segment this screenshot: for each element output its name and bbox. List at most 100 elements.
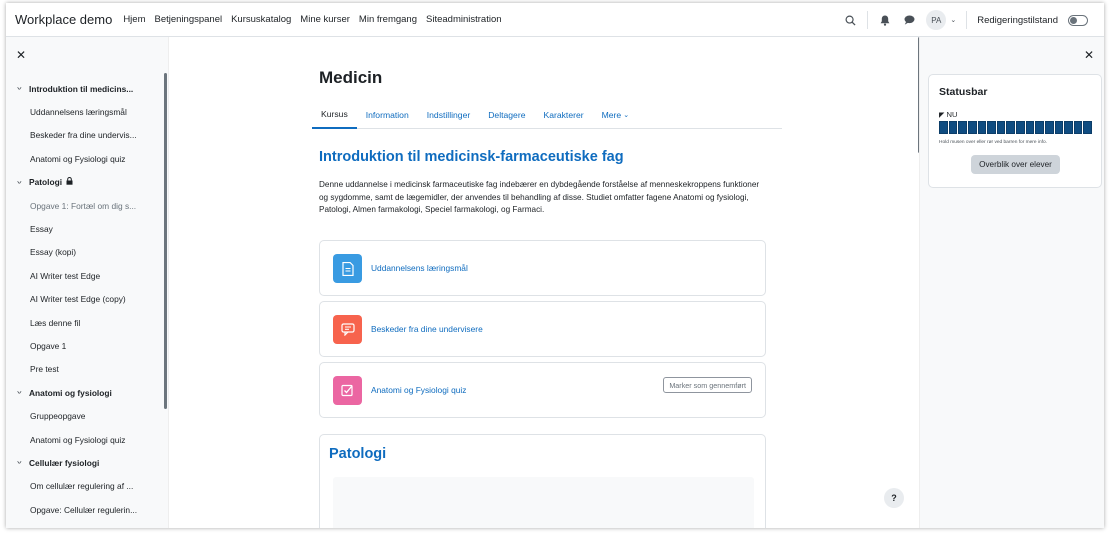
nav-link-site-admin[interactable]: Siteadministration [426,14,502,25]
chevron-down-icon[interactable]: ˅ [17,460,29,465]
course-index-item[interactable]: Essay (kopi) [6,241,161,264]
progress-cell[interactable] [939,121,948,134]
tab-course[interactable]: Kursus [312,101,357,129]
course-index-section-label: Anatomi og fysiologi [29,387,112,398]
tab-more[interactable]: Mere ⌄ [593,101,638,129]
main-content: Medicin Kursus Information Indstillinger… [169,37,921,528]
course-index-item[interactable]: Læs denne fil [6,311,161,334]
messages-icon[interactable] [902,13,916,27]
course-index-section-label: Introduktion til medicins... [29,83,134,94]
progress-cell[interactable] [1054,121,1064,134]
site-brand[interactable]: Workplace demo [15,12,112,27]
block-drawer: ✕ Statusbar ◤ NU Hold musen over eller r… [919,37,1104,528]
primary-navigation: Hjem Betjeningspanel Kursuskatalog Mine … [123,14,501,25]
help-button[interactable]: ? [884,488,904,508]
activity-link[interactable]: Beskeder fra dine undervisere [371,324,483,334]
close-icon[interactable]: ✕ [1084,48,1094,62]
course-index-item[interactable]: Opgave 1 [6,334,161,357]
activity-link[interactable]: Uddannelsens læringsmål [371,263,468,273]
avatar[interactable]: PA [926,10,947,30]
statusbar-block: Statusbar ◤ NU Hold musen over eller rør… [928,74,1102,188]
tab-more-label: Mere [601,110,622,120]
lock-icon [66,177,73,187]
course-index-item[interactable]: Essay [6,217,161,240]
top-navbar: Workplace demo Hjem Betjeningspanel Kurs… [6,3,1104,37]
progress-cell[interactable] [996,121,1006,134]
progress-cell[interactable] [977,121,987,134]
course-index-item[interactable]: Beskeder fra dine undervis... [6,124,161,147]
course-index: ˅ Introduktion til medicins... Uddannelsen… [6,77,161,521]
progress-cell[interactable] [1035,121,1044,134]
user-menu[interactable]: PA ⌄ [926,10,956,30]
navbar-right: PA ⌄ Redigeringstilstand [843,3,1088,37]
now-label: NU [946,110,958,119]
course-index-item[interactable]: Gruppeopgave [6,404,161,427]
mark-as-done-button[interactable]: Marker som gennemført [663,377,752,393]
progress-cell[interactable] [948,121,958,134]
close-icon[interactable]: ✕ [16,48,26,62]
chevron-down-icon[interactable]: ˅ [17,180,29,185]
course-tabs: Kursus Information Indstillinger Deltage… [312,101,782,129]
course-index-section-label: Patologi [29,177,63,188]
search-icon[interactable] [843,13,857,27]
chevron-down-icon[interactable]: ˅ [17,390,29,395]
course-index-item[interactable]: Pre test [6,358,161,381]
chevron-down-icon[interactable]: ˅ [17,86,29,91]
progress-cell[interactable] [1006,121,1015,134]
progress-cell[interactable] [987,121,996,134]
progress-cell[interactable] [1073,121,1083,134]
activity-link[interactable]: Anatomi og Fysiologi quiz [371,385,466,395]
drawer-scrollbar[interactable] [164,73,167,409]
course-index-section[interactable]: ˅ Introduktion til medicins... [6,77,161,100]
activity-card: Beskeder fra dine undervisere [319,301,766,357]
progress-cell[interactable] [1044,121,1054,134]
chevron-down-icon: ⌄ [950,17,957,24]
section-content-placeholder [333,477,754,528]
page-icon [333,254,362,283]
section-title[interactable]: Introduktion til medicinsk-farmaceutiske… [319,149,624,165]
progress-cell[interactable] [967,121,977,134]
progress-cell[interactable] [1064,121,1073,134]
course-index-item[interactable]: AI Writer test Edge [6,264,161,287]
activity-card: Uddannelsens læringsmål [319,240,766,296]
nav-link-dashboard[interactable]: Betjeningspanel [154,14,222,25]
course-index-section[interactable]: ˅ Cellulær fysiologi [6,451,161,474]
course-index-item[interactable]: Om cellulær regulering af ... [6,475,161,498]
tab-grades[interactable]: Karakterer [534,101,592,129]
course-index-item[interactable]: Opgave 1: Fortæl om dig s... [6,194,161,217]
block-title: Statusbar [939,86,988,98]
nav-link-my-progress[interactable]: Min fremgang [359,14,417,25]
nav-link-my-courses[interactable]: Mine kurser [300,14,350,25]
nav-link-home[interactable]: Hjem [123,14,145,25]
section-summary: Denne uddannelse i medicinsk farmaceutis… [319,180,760,215]
progress-cell[interactable] [1083,121,1092,134]
course-index-item[interactable]: Uddannelsens læringsmål [6,100,161,123]
course-index-section-label: Cellulær fysiologi [29,457,100,468]
course-index-item[interactable]: Opgave: Cellulær regulerin... [6,498,161,521]
course-index-item[interactable]: Anatomi og Fysiologi quiz [6,147,161,170]
nav-link-course-catalog[interactable]: Kursuskatalog [231,14,291,25]
course-index-section[interactable]: ˅ Anatomi og fysiologi [6,381,161,404]
now-marker: ◤ NU [939,110,957,119]
edit-mode-label: Redigeringstilstand [977,14,1058,26]
student-overview-button[interactable]: Overblik over elever [971,155,1060,174]
navbar-divider-2 [966,11,968,29]
section-title[interactable]: Patologi [329,446,386,462]
tab-settings[interactable]: Indstillinger [418,101,479,129]
tab-participants[interactable]: Deltagere [479,101,534,129]
notifications-bell-icon[interactable] [878,13,892,27]
quiz-icon [333,376,362,405]
tab-information[interactable]: Information [357,101,418,129]
course-index-section[interactable]: ˅ Patologi [6,171,161,194]
edit-mode-toggle[interactable] [1068,14,1088,26]
progress-hint: Hold musen over eller rør ved barren for… [939,140,1047,145]
course-index-item[interactable]: AI Writer test Edge (copy) [6,288,161,311]
progress-cell[interactable] [1025,121,1035,134]
forum-icon [333,315,362,344]
progress-cell[interactable] [1016,121,1025,134]
progress-cell[interactable] [958,121,967,134]
progress-bar[interactable] [939,121,1092,134]
browser-window: Workplace demo Hjem Betjeningspanel Kurs… [6,3,1104,528]
course-index-drawer: ✕ ˅ Introduktion til medicins... Uddannels… [6,37,169,528]
course-index-item[interactable]: Anatomi og Fysiologi quiz [6,428,161,451]
